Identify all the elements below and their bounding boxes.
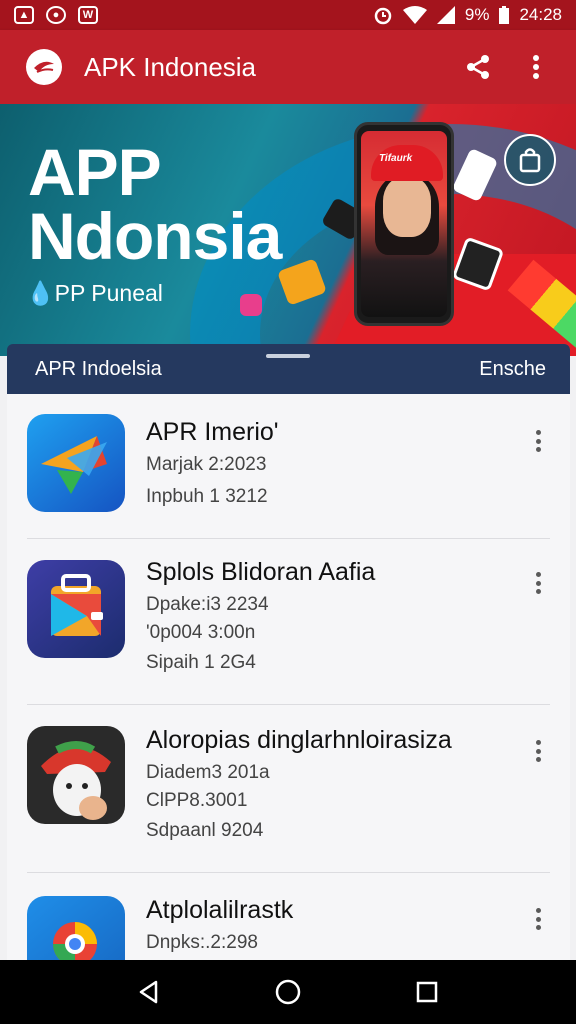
app-meta: Diadem3 201a [146,762,270,783]
phone-illustration: Tifaurk [354,122,454,326]
app-icon: W [78,6,98,24]
divider [27,872,550,873]
app-icon [27,560,125,658]
fire-icon: ▲ [14,6,34,24]
alarm-icon [374,7,392,25]
banner-title-line2: Ndonsia [28,199,282,273]
battery-percent: 9% [464,5,490,24]
shopping-bag-button[interactable] [504,134,556,186]
drag-handle[interactable] [266,354,310,358]
list-item[interactable]: Splols Blidoran Aafia Dpake:i3 2234 '0p0… [7,540,570,704]
list-item[interactable]: APR Imerio' Marjak 2:2023 Inpbuh 1 3212 [7,394,570,538]
share-button[interactable] [456,45,500,89]
sheet-title: APR Indoelsia [35,357,162,380]
list-item[interactable]: Aloropias dinglarhnloirasiza Diadem3 201… [7,706,570,872]
item-more-button[interactable] [526,904,550,934]
banner-subtitle: 💧PP Puneal [26,280,163,306]
more-options-button[interactable] [514,45,558,89]
app-meta: Marjak 2:2023 [146,454,267,475]
phone-screen: Tifaurk [361,131,447,317]
home-button[interactable] [264,968,312,1016]
droplet-icon: 💧 [26,280,55,306]
app-list[interactable]: APR Imerio' Marjak 2:2023 Inpbuh 1 3212 … [7,394,570,960]
item-more-button[interactable] [526,426,550,456]
divider [27,704,550,705]
divider [27,538,550,539]
app-meta: Dnpks:.2:298 [146,932,258,953]
app-title: APR Imerio' [146,418,279,446]
banner-title: APP Ndonsia [28,135,282,273]
banner-title-line1: APP [28,135,162,209]
app-logo-icon [26,49,62,85]
app-meta: ClPP8.3001 [146,790,248,811]
phone-screen-text: Tifaurk [379,153,413,164]
navigation-bar [0,960,576,1024]
app-icon [27,726,125,824]
wifi-icon [402,6,427,24]
app-title: APK Indonesia [84,51,257,82]
item-more-button[interactable] [526,568,550,598]
app-meta: Inpbuh 1 3212 [146,486,268,507]
clock: 24:28 [519,5,562,24]
status-right-icons: 9% 24:28 [373,5,562,25]
sheet-action-button[interactable]: Ensche [479,358,546,381]
recents-button[interactable] [403,968,451,1016]
signal-icon [436,6,455,24]
home-icon [275,979,301,1005]
shopping-bag-icon [519,148,541,173]
app-meta: Sdpaanl 9204 [146,820,264,841]
status-bar: ▲ ● W 9% 24:28 [0,0,576,30]
app-title: Splols Blidoran Aafia [146,558,376,586]
app-title: Atplolalilrastk [146,896,294,924]
status-left-icons: ▲ ● W [14,6,98,24]
app-title: Aloropias dinglarhnloirasiza [146,726,452,754]
promo-banner[interactable]: APP Ndonsia 💧PP Puneal Tifaurk [0,104,576,356]
floating-app-icon [240,294,262,316]
sheet-header: APR Indoelsia Ensche [7,344,570,394]
app-icon [27,896,125,960]
back-icon [140,980,158,1004]
share-icon [467,55,489,79]
back-button[interactable] [125,968,173,1016]
item-more-button[interactable] [526,736,550,766]
app-meta: '0p004 3:00n [146,622,256,643]
more-vert-icon [533,55,539,79]
list-item[interactable]: Atplolalilrastk Dnpks:.2:298 [7,874,570,960]
app-meta: Dpake:i3 2234 [146,594,269,615]
location-icon: ● [46,6,66,24]
app-icon [27,414,125,512]
recents-icon [416,981,437,1003]
app-meta: Sipaih 1 2G4 [146,652,256,673]
battery-icon [499,6,510,24]
app-bar: APK Indonesia [0,30,576,104]
